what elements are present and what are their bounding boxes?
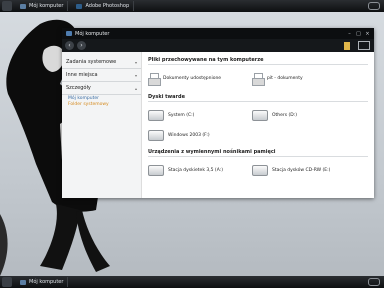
top-taskbar: Mój komputer Adobe Photoshop bbox=[0, 0, 384, 12]
cd-drive-icon bbox=[252, 164, 268, 176]
group-heading-removable: Urządzenia z wymiennymi nośnikami pamięc… bbox=[148, 148, 368, 157]
computer-icon bbox=[20, 279, 26, 285]
system-tray bbox=[365, 2, 380, 10]
item-floppy-a[interactable]: Stacja dyskietek 3,5 (A:) bbox=[148, 163, 252, 177]
close-button[interactable]: × bbox=[364, 31, 371, 37]
floppy-drive-icon bbox=[148, 164, 164, 176]
folder-icon bbox=[252, 72, 265, 86]
item-drive-f[interactable]: Windows 2003 (F:) bbox=[148, 128, 252, 142]
task-pane: Zadania systemowe ▾ Inne miejsca ▾ Szcze… bbox=[62, 52, 142, 198]
hard-drive-icon bbox=[252, 109, 268, 121]
hard-drive-icon bbox=[148, 129, 164, 141]
tray-toggle-icon[interactable] bbox=[368, 278, 380, 286]
photoshop-icon bbox=[76, 3, 83, 9]
taskbar-item-my-computer[interactable]: Mój komputer bbox=[16, 277, 69, 287]
folder-up-icon[interactable] bbox=[344, 41, 350, 50]
start-button[interactable] bbox=[2, 277, 12, 287]
start-button[interactable] bbox=[2, 1, 12, 11]
item-drive-c[interactable]: System (C:) bbox=[148, 108, 252, 122]
item-pit-documents[interactable]: pit - dokumenty bbox=[252, 71, 356, 86]
minimize-button[interactable]: – bbox=[346, 31, 353, 37]
views-icon[interactable] bbox=[358, 41, 370, 50]
item-shared-documents[interactable]: Dokumenty udostępnione bbox=[148, 71, 252, 86]
hard-drive-icon bbox=[148, 109, 164, 121]
taskbar-item-label: Mój komputer bbox=[29, 3, 64, 9]
chevron-down-icon: ▾ bbox=[134, 59, 137, 65]
details-type: Folder systemowy bbox=[68, 102, 109, 107]
explorer-window: Mój komputer – □ × ‹ › Zadania systemowe… bbox=[62, 28, 374, 198]
maximize-button[interactable]: □ bbox=[355, 31, 362, 37]
group-heading-hard-disks: Dyski twarde bbox=[148, 93, 368, 102]
window-title: Mój komputer bbox=[75, 30, 110, 37]
item-drive-d[interactable]: Others (D:) bbox=[252, 108, 356, 122]
window-titlebar[interactable]: Mój komputer – □ × bbox=[62, 28, 374, 39]
sidebar-section-details[interactable]: Szczegóły ▴ bbox=[62, 82, 141, 95]
shared-folder-icon bbox=[148, 72, 161, 86]
taskbar-item-label: Adobe Photoshop bbox=[85, 3, 130, 9]
taskbar-item-label: Mój komputer bbox=[29, 279, 64, 285]
forward-button[interactable]: › bbox=[77, 41, 86, 50]
sidebar-section-other-places[interactable]: Inne miejsca ▾ bbox=[62, 69, 141, 82]
tray-toggle-icon[interactable] bbox=[368, 2, 380, 10]
back-button[interactable]: ‹ bbox=[65, 41, 74, 50]
taskbar-item-photoshop[interactable]: Adobe Photoshop bbox=[72, 1, 135, 11]
taskbar-item-my-computer[interactable]: Mój komputer bbox=[16, 1, 69, 11]
chevron-down-icon: ▾ bbox=[134, 72, 137, 78]
computer-icon bbox=[66, 31, 72, 36]
sidebar-section-system-tasks[interactable]: Zadania systemowe ▾ bbox=[62, 56, 141, 69]
system-tray bbox=[365, 278, 380, 286]
computer-icon bbox=[20, 3, 26, 9]
window-toolbar: ‹ › bbox=[62, 39, 374, 52]
details-panel: Mój komputer Folder systemowy bbox=[62, 95, 141, 109]
chevron-up-icon: ▴ bbox=[134, 85, 137, 91]
item-cdrw-e[interactable]: Stacja dysków CD-RW (E:) bbox=[252, 163, 356, 177]
bottom-taskbar: Mój komputer bbox=[0, 276, 384, 288]
group-heading-files: Pliki przechowywane na tym komputerze bbox=[148, 56, 368, 65]
content-pane: Pliki przechowywane na tym komputerze Do… bbox=[142, 52, 374, 198]
